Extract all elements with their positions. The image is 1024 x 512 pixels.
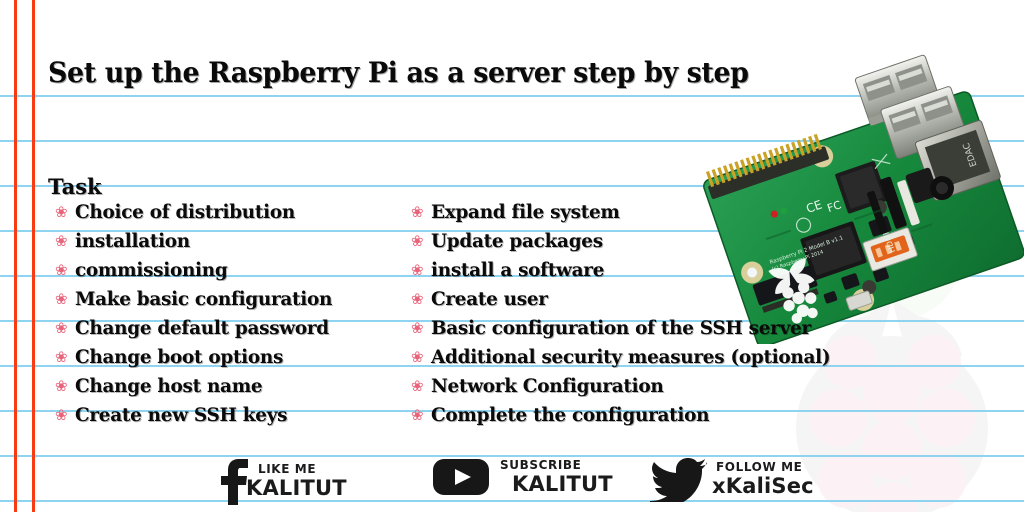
list-item: ❀ Expand file system (411, 201, 843, 230)
list-item-label: Choice of distribution (75, 201, 295, 223)
flower-bullet-icon: ❀ (55, 350, 68, 366)
twitter-link[interactable]: FOLLOW ME xKaliSec (650, 456, 814, 502)
list-item: ❀ Network Configuration (411, 375, 843, 404)
list-item: ❀ Change default password (55, 317, 340, 346)
list-item-label: Basic configuration of the SSH server (431, 317, 811, 339)
youtube-play-icon (433, 459, 489, 495)
youtube-action: SUBSCRIBE (500, 458, 582, 472)
youtube-handle: KALITUT (512, 472, 613, 496)
facebook-action: LIKE ME (258, 462, 317, 476)
flower-bullet-icon: ❀ (411, 292, 424, 308)
twitter-handle: xKaliSec (712, 474, 814, 498)
twitter-action: FOLLOW ME (716, 460, 803, 474)
list-item-label: Make basic configuration (75, 288, 333, 310)
margin-line-left-inner (32, 0, 35, 512)
social-footer: LIKE ME KALITUT SUBSCRIBE KALITUT FOLLOW… (0, 454, 1024, 512)
flower-bullet-icon: ❀ (411, 321, 424, 337)
rule-line (0, 95, 1024, 97)
list-item-label: Change host name (75, 375, 263, 397)
flower-bullet-icon: ❀ (411, 350, 424, 366)
list-item: ❀ Basic configuration of the SSH server (411, 317, 843, 346)
list-item: ❀ commissioning (55, 259, 340, 288)
flower-bullet-icon: ❀ (55, 263, 68, 279)
flower-bullet-icon: ❀ (411, 408, 424, 424)
list-item-label: installation (75, 230, 190, 252)
twitter-bird-icon (650, 458, 707, 502)
flower-bullet-icon: ❀ (55, 408, 68, 424)
list-item: ❀ Change boot options (55, 346, 340, 375)
facebook-handle: KALITUT (246, 476, 347, 500)
page-title: Set up the Raspberry Pi as a server step… (48, 56, 749, 89)
list-item: ❀ Additional security measures (optional… (411, 346, 843, 375)
flower-bullet-icon: ❀ (55, 321, 68, 337)
list-item: ❀ Create user (411, 288, 843, 317)
flower-bullet-icon: ❀ (55, 379, 68, 395)
list-item: ❀ Complete the configuration (411, 404, 843, 433)
margin-line-left-outer (14, 0, 17, 512)
list-item: ❀ Create new SSH keys (55, 404, 340, 433)
task-list-right: ❀ Expand file system ❀ Update packages ❀… (411, 201, 843, 433)
slide-canvas: Set up the Raspberry Pi as a server step… (0, 0, 1024, 512)
list-item-label: Update packages (431, 230, 603, 252)
flower-bullet-icon: ❀ (411, 234, 424, 250)
rule-line (0, 185, 1024, 187)
list-item: ❀ Make basic configuration (55, 288, 340, 317)
facebook-link[interactable]: LIKE ME KALITUT (218, 456, 347, 506)
section-label-task: Task (48, 174, 102, 199)
list-item: ❀ install a software (411, 259, 843, 288)
svg-text:EDAC: EDAC (962, 141, 980, 168)
flower-bullet-icon: ❀ (411, 263, 424, 279)
twitter-text: FOLLOW ME xKaliSec (712, 460, 814, 497)
flower-bullet-icon: ❀ (55, 292, 68, 308)
list-item-label: Change default password (75, 317, 329, 339)
list-item-label: Change boot options (75, 346, 284, 368)
list-item-label: install a software (431, 259, 605, 281)
task-list-left: ❀ Choice of distribution ❀ installation … (55, 201, 340, 433)
facebook-text: LIKE ME KALITUT (246, 462, 347, 499)
list-item: ❀ Change host name (55, 375, 340, 404)
list-item: ❀ Choice of distribution (55, 201, 340, 230)
youtube-text: SUBSCRIBE KALITUT (500, 459, 613, 495)
flower-bullet-icon: ❀ (411, 379, 424, 395)
flower-bullet-icon: ❀ (411, 205, 424, 221)
list-item-label: Create user (431, 288, 548, 310)
list-item: ❀ installation (55, 230, 340, 259)
list-item-label: Network Configuration (431, 375, 664, 397)
youtube-link[interactable]: SUBSCRIBE KALITUT (432, 456, 613, 498)
flower-bullet-icon: ❀ (55, 234, 68, 250)
list-item: ❀ Update packages (411, 230, 843, 259)
list-item-label: commissioning (75, 259, 228, 281)
flower-bullet-icon: ❀ (55, 205, 68, 221)
list-item-label: Additional security measures (optional) (431, 346, 831, 368)
rule-line (0, 140, 1024, 142)
list-item-label: Expand file system (431, 201, 620, 223)
list-item-label: Complete the configuration (431, 404, 710, 426)
list-item-label: Create new SSH keys (75, 404, 288, 426)
